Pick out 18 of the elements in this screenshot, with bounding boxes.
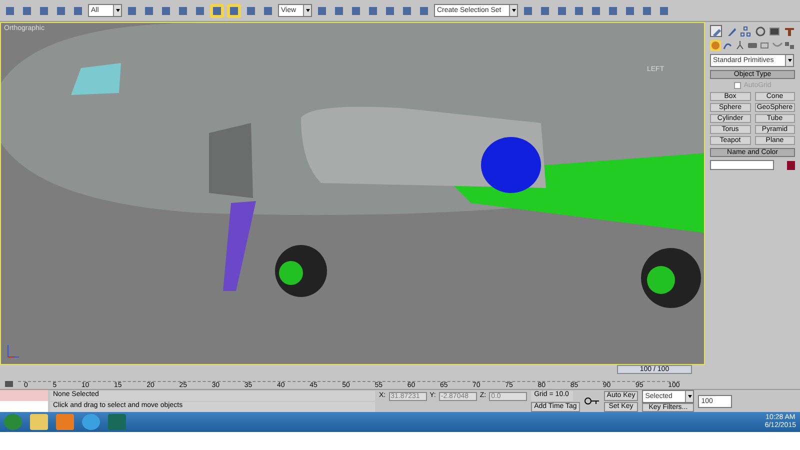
cameras-category-icon[interactable]	[746, 40, 758, 51]
create-tab-icon[interactable]	[710, 25, 722, 37]
motion-tab-icon[interactable]	[754, 25, 766, 37]
script-listener-field[interactable]	[0, 401, 48, 412]
hierarchy-tab-icon[interactable]	[739, 25, 752, 37]
systems-category-icon[interactable]	[784, 40, 795, 51]
lights-category-icon[interactable]	[734, 40, 746, 51]
color-swatch[interactable]	[787, 160, 795, 170]
display-tab-icon[interactable]	[768, 25, 780, 37]
helpers-category-icon[interactable]	[759, 40, 770, 51]
track-bar-icon[interactable]	[4, 379, 14, 389]
browser-icon[interactable]	[82, 414, 100, 430]
start-button[interactable]	[4, 414, 22, 430]
geometry-category-icon[interactable]	[710, 40, 721, 51]
script-listener-field[interactable]	[0, 390, 48, 401]
key-icon[interactable]	[584, 397, 600, 405]
name-field[interactable]	[710, 160, 774, 170]
utilities-tab-icon[interactable]	[782, 25, 795, 37]
